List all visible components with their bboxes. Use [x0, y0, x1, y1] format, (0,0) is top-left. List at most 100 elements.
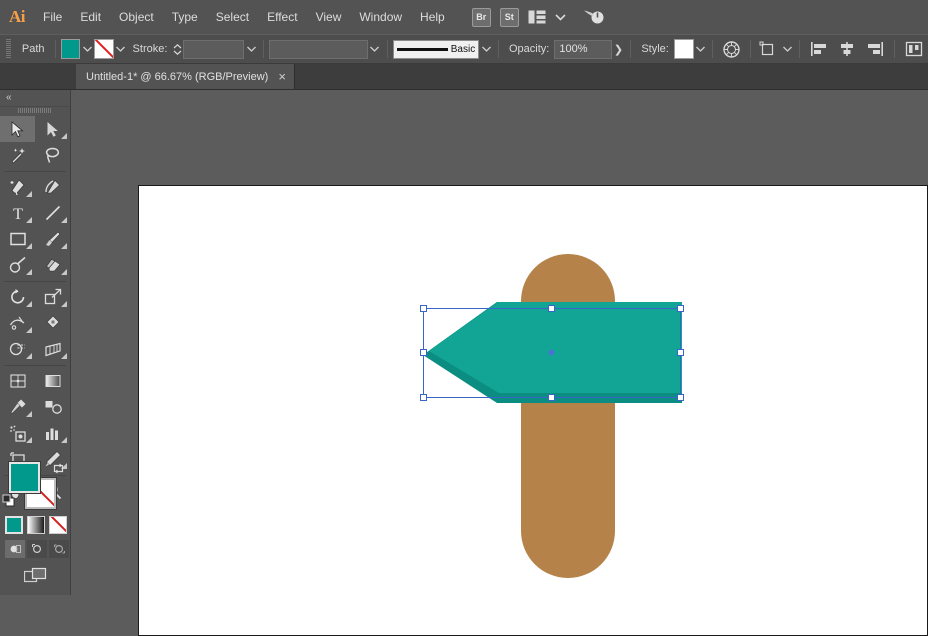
tools-panel-grip[interactable] [18, 108, 52, 113]
divider [894, 40, 896, 58]
align-horizontal-center-icon[interactable] [833, 41, 861, 57]
none-mode-button[interactable] [49, 516, 67, 534]
lasso-tool[interactable] [35, 142, 70, 168]
brush-definition-value: Basic [450, 43, 476, 55]
divider [54, 40, 56, 58]
draw-inside-button[interactable] [49, 540, 69, 558]
scale-tool[interactable] [35, 284, 70, 310]
transform-chevron-down-icon[interactable] [780, 39, 794, 59]
default-fill-stroke-icon[interactable] [2, 494, 16, 511]
magic-wand-tool[interactable] [0, 142, 35, 168]
gradient-tool[interactable] [35, 368, 70, 394]
perspective-grid-tool[interactable] [35, 336, 70, 362]
distribute-objects-icon[interactable] [900, 41, 928, 57]
line-segment-tool[interactable] [35, 200, 70, 226]
teal-arrow-banner-shape [423, 302, 682, 403]
close-icon[interactable]: × [278, 70, 286, 83]
opacity-options-icon[interactable]: ❯ [612, 39, 626, 59]
curvature-tool[interactable] [35, 174, 70, 200]
type-tool[interactable]: T [0, 200, 35, 226]
symbol-sprayer-tool[interactable] [0, 420, 35, 446]
stroke-weight-chevron-down-icon[interactable] [244, 39, 258, 59]
blend-tool[interactable] [35, 394, 70, 420]
menu-item-object[interactable]: Object [110, 0, 163, 34]
adobe-illustrator-logo: Ai [9, 7, 26, 26]
document-tab-bar: Untitled-1* @ 66.67% (RGB/Preview) × [0, 64, 928, 90]
rectangle-tool[interactable] [0, 226, 35, 252]
style-chevron-down-icon[interactable] [694, 39, 708, 59]
menu-item-select[interactable]: Select [207, 0, 258, 34]
menu-item-edit[interactable]: Edit [71, 0, 110, 34]
menu-bar-right-group: Br St [471, 7, 605, 27]
direct-selection-tool[interactable] [35, 116, 70, 142]
align-left-icon[interactable] [805, 41, 833, 57]
artboard[interactable] [138, 185, 928, 636]
artwork-svg [423, 254, 682, 578]
tools-panel: « T [0, 90, 71, 595]
divider [498, 40, 499, 58]
shape-builder-tool[interactable] [0, 336, 35, 362]
align-right-icon[interactable] [861, 41, 889, 57]
stroke-color-swatch[interactable] [94, 39, 114, 59]
divider [630, 40, 632, 58]
color-mode-button[interactable] [5, 516, 23, 534]
menu-item-window[interactable]: Window [350, 0, 411, 34]
stock-button[interactable]: St [499, 7, 519, 27]
brush-definition-chevron-down-icon[interactable] [479, 39, 493, 59]
menu-item-file[interactable]: File [34, 0, 71, 34]
document-tab[interactable]: Untitled-1* @ 66.67% (RGB/Preview) × [76, 64, 295, 89]
drawing-mode-buttons [5, 540, 69, 558]
stroke-weight-input[interactable] [183, 39, 245, 59]
draw-normal-button[interactable] [5, 540, 25, 558]
fill-color-swatch-large[interactable] [8, 461, 41, 494]
divider [750, 40, 752, 58]
change-screen-mode-button[interactable] [23, 567, 48, 587]
collapse-panel-icon[interactable]: « [6, 92, 12, 104]
divider [263, 40, 265, 58]
rotate-tool[interactable] [0, 284, 35, 310]
stroke-chevron-down-icon[interactable] [114, 39, 128, 59]
stroke-weight-stepper[interactable] [172, 39, 183, 59]
workspace: « T [0, 90, 928, 636]
control-bar: Path Stroke: Basic Opacity: 100% ❯ Style… [0, 34, 928, 64]
menu-bar: Ai File Edit Object Type Select Effect V… [0, 0, 928, 34]
opacity-input[interactable]: 100% [554, 39, 612, 59]
fill-chevron-down-icon[interactable] [80, 39, 94, 59]
variable-width-chevron-down-icon[interactable] [368, 39, 382, 59]
menu-item-type[interactable]: Type [163, 0, 207, 34]
selected-object-type: Path [21, 43, 45, 55]
eraser-tool[interactable] [35, 252, 70, 278]
menu-item-help[interactable]: Help [411, 0, 454, 34]
gradient-mode-button[interactable] [27, 516, 45, 534]
free-transform-tool[interactable] [35, 310, 70, 336]
workspace-switcher-icon[interactable] [583, 8, 605, 26]
paintbrush-tool[interactable] [35, 226, 70, 252]
eyedropper-tool[interactable] [0, 394, 35, 420]
width-tool[interactable] [0, 310, 35, 336]
menu-item-effect[interactable]: Effect [258, 0, 306, 34]
arrange-chevron-down-icon[interactable] [555, 13, 566, 21]
shaper-tool[interactable] [0, 252, 35, 278]
stroke-weight-label: Stroke: [132, 43, 168, 55]
tools-panel-header: « [0, 90, 70, 107]
column-graph-tool[interactable] [35, 420, 70, 446]
document-tab-label: Untitled-1* @ 66.67% (RGB/Preview) [86, 70, 269, 83]
divider [712, 40, 714, 58]
pen-tool[interactable] [0, 174, 35, 200]
graphic-style-swatch[interactable] [673, 39, 694, 59]
recolor-artwork-icon[interactable] [718, 40, 745, 58]
transform-icon[interactable] [756, 41, 780, 57]
mesh-tool[interactable] [0, 368, 35, 394]
swap-fill-stroke-icon[interactable] [52, 462, 65, 478]
draw-behind-button[interactable] [27, 540, 47, 558]
control-bar-grip[interactable] [6, 39, 11, 59]
selection-tool[interactable] [0, 116, 35, 142]
variable-width-profile-input[interactable] [269, 39, 368, 59]
bridge-button[interactable]: Br [471, 7, 491, 27]
brush-stroke-preview [396, 47, 448, 51]
brush-definition-select[interactable]: Basic [392, 39, 480, 59]
arrange-documents-icon[interactable] [528, 10, 546, 24]
menu-item-view[interactable]: View [307, 0, 351, 34]
canvas-area[interactable] [71, 90, 928, 636]
fill-color-swatch[interactable] [60, 39, 81, 59]
